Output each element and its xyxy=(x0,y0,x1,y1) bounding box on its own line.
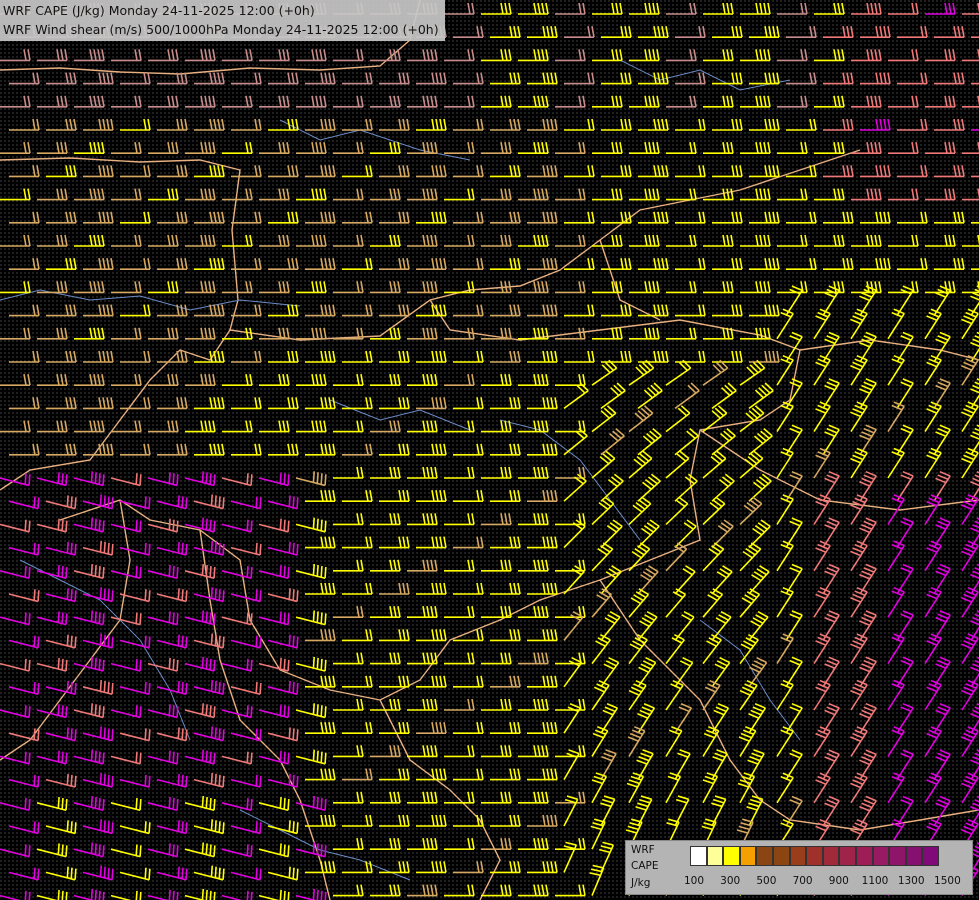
legend-model: WRF xyxy=(631,844,655,856)
legend-swatch xyxy=(872,846,890,866)
legend-swatch xyxy=(905,846,923,866)
legend-swatch xyxy=(756,846,773,866)
legend-swatch xyxy=(855,846,873,866)
map-canvas[interactable] xyxy=(0,0,979,900)
legend-swatch xyxy=(723,846,740,866)
legend-swatch xyxy=(806,846,823,866)
legend-swatch xyxy=(772,846,790,866)
legend-tick-label: 1300 xyxy=(897,875,925,887)
legend-units: J/kg xyxy=(631,877,651,889)
title-box: WRF CAPE (J/kg) Monday 24-11-2025 12:00 … xyxy=(0,0,445,41)
legend-color-scale xyxy=(690,846,939,866)
legend-swatch xyxy=(690,846,707,866)
legend-tick-label: 100 xyxy=(683,875,705,887)
legend-tick-label: 1100 xyxy=(861,875,889,887)
legend-ticks: 100 300 500 700 900 1100 1300 1500 xyxy=(680,875,970,889)
legend-tick-label: 300 xyxy=(720,875,741,887)
legend-swatch xyxy=(739,846,757,866)
legend-swatch xyxy=(706,846,724,866)
legend-tick-label: 900 xyxy=(828,875,849,887)
legend-tick-label: 1500 xyxy=(934,875,961,887)
title-wind-shear: WRF Wind shear (m/s) 500/1000hPa Monday … xyxy=(3,22,439,37)
title-cape: WRF CAPE (J/kg) Monday 24-11-2025 12:00 … xyxy=(3,3,315,18)
legend-tick-label: 700 xyxy=(792,875,813,887)
legend-swatch xyxy=(789,846,807,866)
legend-swatch xyxy=(839,846,856,866)
legend-tick-label: 500 xyxy=(756,875,777,887)
legend-variable: CAPE xyxy=(631,860,659,872)
cape-legend: WRF CAPE J/kg 100 300 500 700 900 1100 1300 150… xyxy=(625,840,973,895)
legend-swatch xyxy=(822,846,840,866)
legend-swatch xyxy=(922,846,939,866)
legend-swatch xyxy=(889,846,906,866)
